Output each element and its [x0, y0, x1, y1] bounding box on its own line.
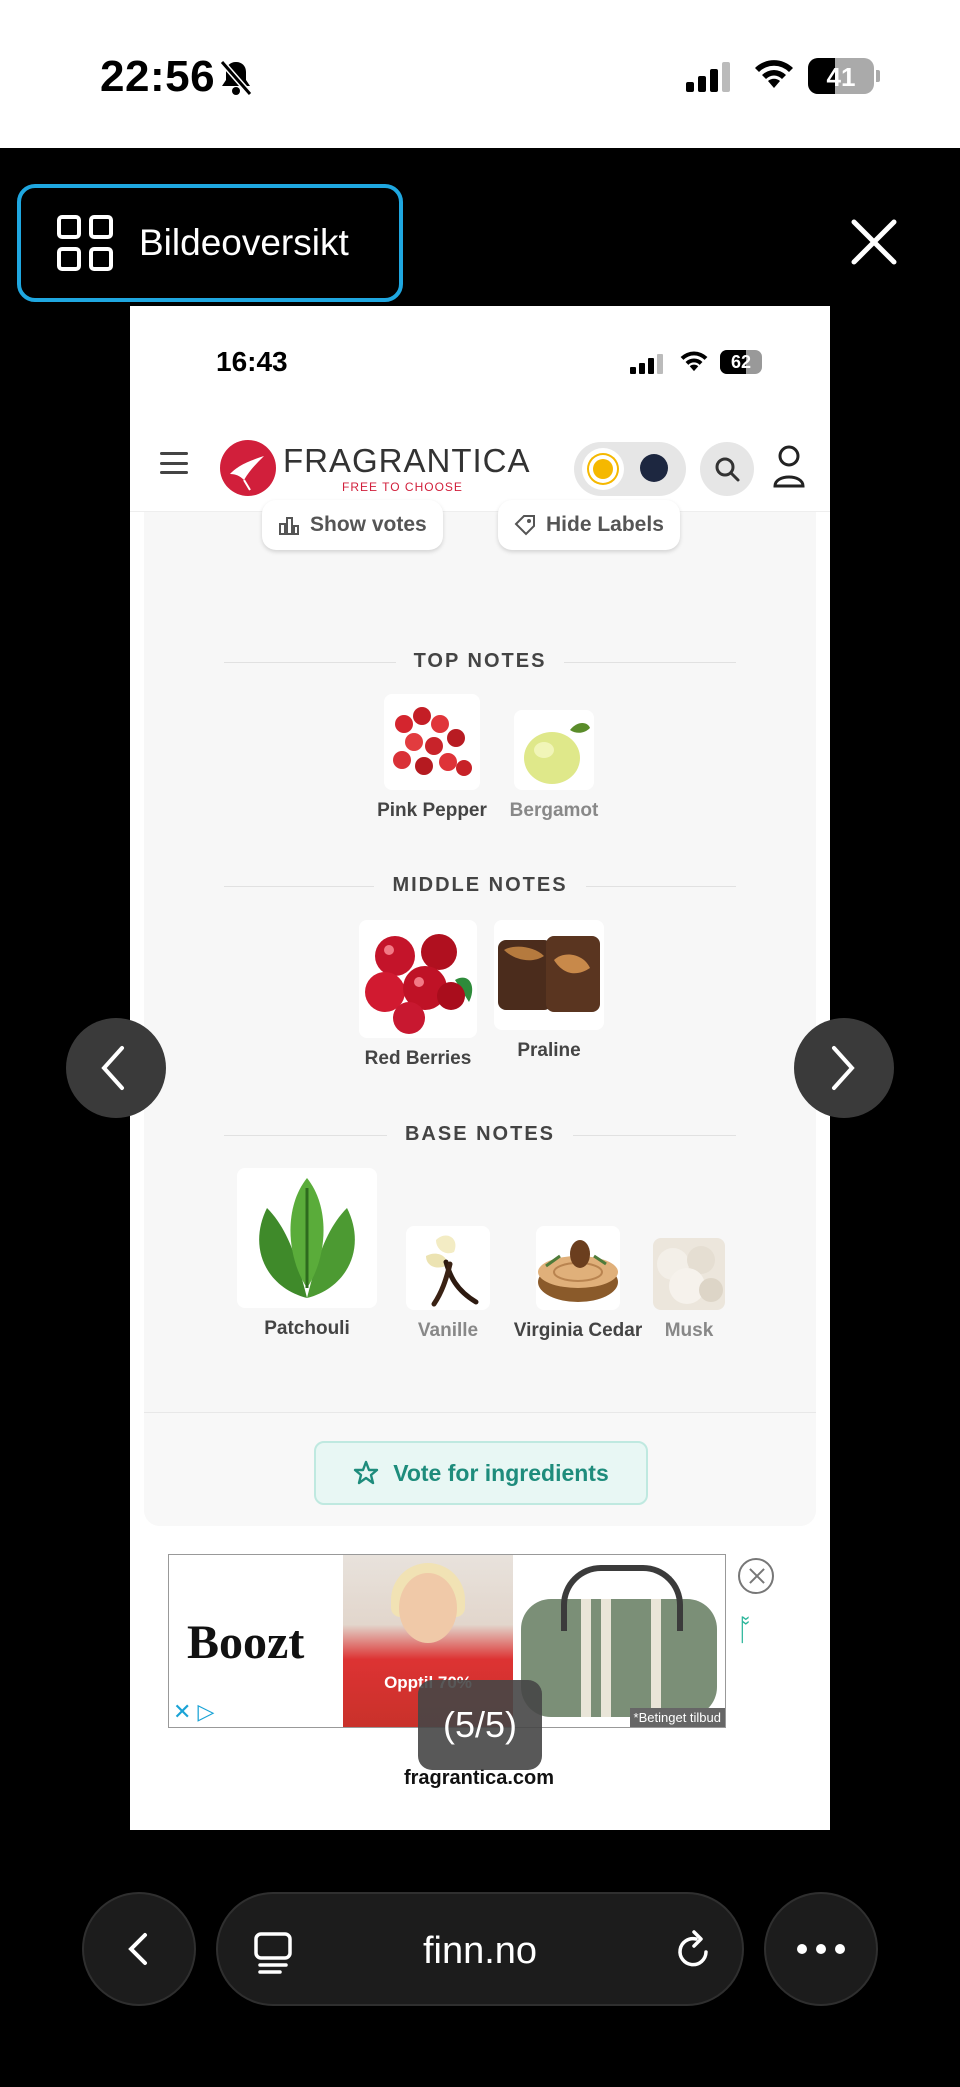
theme-toggle[interactable] — [574, 442, 686, 496]
show-votes-button[interactable]: Show votes — [262, 500, 443, 550]
wifi-icon — [755, 60, 793, 88]
sun-icon — [582, 448, 624, 490]
note-label: Pink Pepper — [377, 800, 487, 821]
praline-image — [494, 920, 604, 1030]
vanille-image — [406, 1226, 490, 1310]
base-notes-title: BASE NOTES — [144, 1123, 816, 1146]
more-options-button[interactable] — [764, 1892, 878, 2006]
inner-signal-icon — [630, 354, 663, 374]
url-text: finn.no — [422, 1930, 538, 1972]
chevron-left-icon — [101, 1046, 124, 1090]
next-image-button[interactable] — [794, 1018, 894, 1118]
gallery-overview-button[interactable]: Bildeoversikt — [17, 184, 403, 302]
note-label: Praline — [517, 1040, 581, 1061]
logo-text: FRAGRANTICA — [283, 442, 531, 479]
image-counter: (5/5) — [418, 1680, 542, 1770]
status-bar: 22:56 41 — [0, 0, 960, 148]
ad-bag-image — [521, 1565, 717, 1717]
bar-chart-icon — [279, 517, 299, 535]
grid-icon — [57, 215, 113, 271]
bergamot-image — [514, 710, 594, 790]
note-pink-pepper[interactable]: Pink Pepper — [372, 694, 492, 822]
chevron-right-icon — [832, 1046, 855, 1090]
gallery-overview-label: Bildeoversikt — [139, 222, 349, 263]
note-bergamot[interactable]: Bergamot — [494, 694, 614, 822]
note-red-berries[interactable]: Red Berries — [356, 920, 480, 1070]
address-bar[interactable]: finn.no — [216, 1892, 744, 2006]
close-icon[interactable] — [848, 216, 900, 268]
user-icon[interactable] — [772, 444, 806, 488]
notes-pyramid: Show votes Hide Labels TOP NOTES Pink Pe… — [144, 500, 816, 1526]
virginia-cedar-image — [536, 1226, 620, 1310]
hummingbird-icon — [230, 456, 264, 491]
ad-fragrantica-icon: ᚩ — [736, 1614, 754, 1647]
vote-button-label: Vote for ingredients — [393, 1459, 609, 1486]
site-header: FRAGRANTICA FREE TO CHOOSE — [130, 414, 830, 512]
note-label: Red Berries — [364, 1048, 472, 1069]
menu-icon[interactable] — [160, 452, 188, 474]
vote-for-ingredients-button[interactable]: Vote for ingredients — [314, 1441, 648, 1505]
image-preview: 16:43 62 FRAGRANTICA FREE TO CHOOSE Show… — [130, 306, 830, 1830]
hide-labels-label: Hide Labels — [546, 513, 664, 536]
battery-percent: 41 — [826, 62, 856, 92]
reload-icon[interactable] — [674, 1930, 714, 1972]
bell-muted-icon — [219, 60, 253, 96]
ellipsis-icon — [797, 1944, 845, 1954]
inner-battery-percent: 62 — [730, 352, 752, 372]
inner-wifi-icon — [680, 351, 708, 372]
star-icon — [354, 1460, 379, 1485]
note-vanille[interactable]: Vanille — [398, 1226, 498, 1342]
previous-image-button[interactable] — [66, 1018, 166, 1118]
hide-labels-button[interactable]: Hide Labels — [498, 500, 680, 550]
note-label: Patchouli — [264, 1318, 350, 1339]
pink-pepper-image — [384, 694, 480, 790]
note-musk[interactable]: Musk — [644, 1226, 734, 1342]
back-button[interactable] — [82, 1892, 196, 2006]
note-praline[interactable]: Praline — [492, 920, 606, 1062]
signal-icon — [686, 62, 730, 92]
note-label: Musk — [664, 1320, 714, 1341]
note-label: Vanille — [417, 1320, 479, 1341]
red-berries-image — [359, 920, 477, 1038]
tag-icon — [514, 515, 535, 536]
battery-indicator: 41 — [808, 58, 874, 94]
inner-battery-indicator: 62 — [720, 350, 762, 374]
note-label: Bergamot — [509, 800, 599, 821]
vote-area: Vote for ingredients — [144, 1412, 816, 1526]
fragrantica-logo-mark[interactable] — [220, 440, 276, 496]
musk-image — [653, 1238, 725, 1310]
chevron-left-icon — [128, 1933, 147, 1965]
battery-nub — [876, 70, 880, 82]
ad-close-button[interactable] — [738, 1558, 774, 1594]
note-virginia-cedar[interactable]: Virginia Cedar — [508, 1226, 648, 1342]
status-time: 22:56 — [100, 52, 216, 101]
note-patchouli[interactable]: Patchouli — [232, 1168, 382, 1340]
ad-terms: *Betinget tilbud — [629, 1708, 725, 1727]
search-icon — [715, 457, 740, 482]
ad-choices-icon[interactable]: ✕ ▷ — [173, 1699, 214, 1725]
search-button[interactable] — [700, 442, 754, 496]
moon-icon — [640, 454, 668, 482]
note-label: Virginia Cedar — [513, 1320, 643, 1341]
inner-status-time: 16:43 — [216, 346, 288, 377]
ad-brand: Boozt — [187, 1616, 305, 1669]
show-votes-label: Show votes — [310, 513, 427, 536]
top-notes-title: TOP NOTES — [144, 650, 816, 673]
logo-tagline: FREE TO CHOOSE — [342, 480, 463, 494]
middle-notes-title: MIDDLE NOTES — [144, 874, 816, 897]
patchouli-image — [237, 1168, 377, 1308]
